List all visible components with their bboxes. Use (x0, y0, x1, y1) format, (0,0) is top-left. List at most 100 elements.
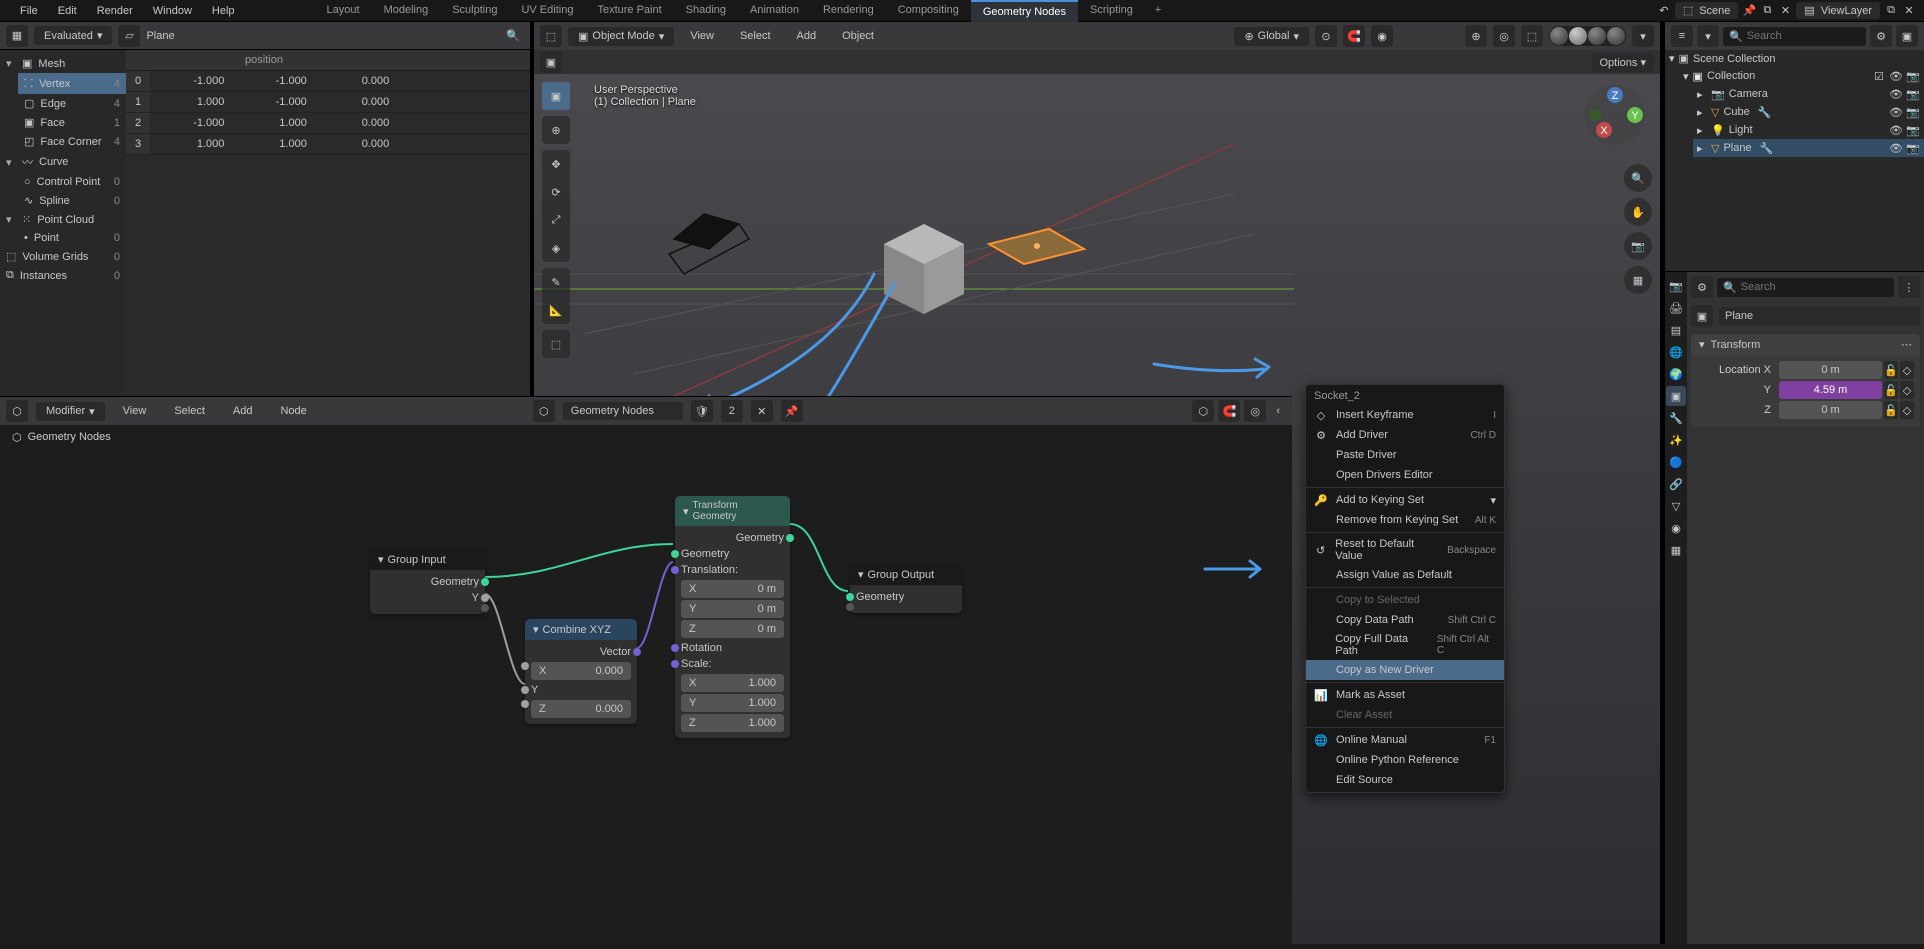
menu-file[interactable]: File (10, 1, 48, 21)
breadcrumb-text[interactable]: Geometry Nodes (28, 431, 111, 443)
proportional-icon[interactable]: ◉ (1371, 25, 1393, 47)
render-icon[interactable]: 📷 (1906, 69, 1920, 83)
outliner-item[interactable]: ▸▽Plane🔧👁📷 (1693, 139, 1924, 157)
panel-header[interactable]: ▾Transform⋯ (1691, 334, 1920, 355)
socket-scale-in[interactable]: Scale: (681, 656, 784, 672)
ctx-item[interactable]: Copy as New Driver (1306, 660, 1504, 680)
ctx-item[interactable]: 🔑Add to Keying Set▾ (1306, 490, 1504, 510)
keyframe-icon[interactable]: ◇ (1900, 381, 1914, 399)
tree-spline[interactable]: ∿Spline0 (18, 191, 126, 210)
ctx-item[interactable]: Copy Full Data PathShift Ctrl Alt C (1306, 630, 1504, 660)
gizmo-toggle-icon[interactable]: ⊕ (1465, 25, 1487, 47)
copy-icon[interactable]: ⧉ (1760, 4, 1774, 18)
location-y-field[interactable]: 4.59 m (1779, 381, 1882, 399)
shading-wireframe[interactable] (1550, 27, 1568, 45)
ws-compositing[interactable]: Compositing (886, 0, 971, 22)
socket-translation-in[interactable]: Translation: (681, 562, 784, 578)
close-layer-icon[interactable]: ✕ (1902, 4, 1916, 18)
chevron-left-icon[interactable]: ‹ (1270, 405, 1286, 417)
tab-modifier[interactable]: 🔧 (1666, 408, 1686, 428)
node-title[interactable]: ▾Group Input (370, 549, 485, 570)
vp-menu-object[interactable]: Object (832, 26, 884, 46)
object-icon[interactable]: ▣ (1691, 305, 1713, 327)
modifier-icon[interactable]: 🔧 (1760, 142, 1774, 155)
search-input[interactable] (1741, 281, 1888, 293)
socket-empty-in[interactable] (856, 605, 956, 609)
options-icon[interactable]: ⋮ (1898, 276, 1920, 298)
tree-edge[interactable]: ▢Edge4 (18, 94, 126, 113)
node-group-input[interactable]: ▾Group Input Geometry Y (370, 549, 485, 614)
field-sz[interactable]: Z1.000 (681, 714, 784, 732)
tree-volumegrids[interactable]: ⬚Volume Grids0 (0, 247, 126, 266)
column-position[interactable]: position (150, 50, 378, 70)
shading-rendered[interactable] (1607, 27, 1625, 45)
parent-icon[interactable]: ⬡ (1192, 400, 1214, 422)
outliner-item[interactable]: ▸💡Light👁📷 (1693, 121, 1924, 139)
xray-icon[interactable]: ⬚ (1521, 25, 1543, 47)
eye-icon[interactable]: 👁 (1889, 141, 1903, 155)
ctx-item[interactable]: ◇Insert KeyframeI (1306, 405, 1504, 425)
tab-viewlayer[interactable]: ▤ (1666, 320, 1686, 340)
ne-menu-add[interactable]: Add (223, 401, 263, 421)
tool-addcube[interactable]: ⬚ (542, 330, 570, 358)
keyframe-icon[interactable]: ◇ (1900, 361, 1914, 379)
tab-output[interactable]: 🖨 (1666, 298, 1686, 318)
search-input[interactable] (1747, 30, 1860, 42)
field-tz[interactable]: Z0 m (681, 620, 784, 638)
tool-scale[interactable]: ⤢ (542, 206, 570, 234)
table-row[interactable]: 0-1.000-1.0000.000 (126, 71, 530, 92)
pan-icon[interactable]: ✋ (1624, 198, 1652, 226)
tool-annotate[interactable]: ✎ (542, 268, 570, 296)
socket-geometry-in[interactable]: Geometry (681, 546, 784, 562)
lock-icon[interactable]: 🔓 (1884, 381, 1898, 399)
socket-y-in[interactable]: Y (531, 682, 631, 698)
tree-controlpoint[interactable]: ○Control Point0 (18, 173, 126, 191)
modifier-icon[interactable]: 🔧 (1758, 106, 1772, 119)
editor-type-icon[interactable]: ⬡ (6, 400, 28, 422)
ctx-item[interactable]: Copy Data PathShift Ctrl C (1306, 610, 1504, 630)
ws-layout[interactable]: Layout (315, 0, 372, 22)
tab-texture[interactable]: ▦ (1666, 540, 1686, 560)
socket-rotation-in[interactable]: Rotation (681, 640, 784, 656)
node-canvas[interactable]: ▾Group Input Geometry Y ▾Combine XYZ Vec… (0, 449, 1292, 944)
close-icon[interactable]: ✕ (1778, 4, 1792, 18)
menu-render[interactable]: Render (87, 1, 143, 21)
socket-geometry-in[interactable]: Geometry (856, 589, 956, 605)
scene-selector[interactable]: ⬚Scene (1675, 2, 1739, 19)
mode-dropdown[interactable]: ▣Object Mode▾ (568, 27, 674, 46)
eye-icon[interactable]: 👁 (1889, 87, 1903, 101)
ctx-item[interactable]: Assign Value as Default (1306, 565, 1504, 585)
pin-icon[interactable]: 📌 (1742, 4, 1756, 18)
new-collection-icon[interactable]: ▣ (1896, 25, 1918, 47)
tool-move[interactable]: ✥ (542, 150, 570, 178)
shading-matprev[interactable] (1588, 27, 1606, 45)
menu-edit[interactable]: Edit (48, 1, 87, 21)
ws-modeling[interactable]: Modeling (372, 0, 441, 22)
snap-icon[interactable]: 🧲 (1218, 400, 1240, 422)
node-transform-geometry[interactable]: ▾Transform Geometry Geometry Geometry Tr… (675, 496, 790, 738)
node-group-output[interactable]: ▾Group Output Geometry (850, 564, 962, 613)
tool-select-box[interactable]: ▣ (542, 82, 570, 110)
ws-shading[interactable]: Shading (674, 0, 738, 22)
nodetree-name[interactable]: Geometry Nodes (563, 402, 683, 420)
ne-menu-select[interactable]: Select (164, 401, 215, 421)
socket-geometry-out[interactable]: Geometry (376, 574, 479, 590)
persp-ortho-icon[interactable]: ▦ (1624, 266, 1652, 294)
ne-menu-view[interactable]: View (113, 401, 157, 421)
tab-material[interactable]: ◉ (1666, 518, 1686, 538)
vp-menu-select[interactable]: Select (730, 26, 781, 46)
camera-view-icon[interactable]: 📷 (1624, 232, 1652, 260)
keyframe-icon[interactable]: ◇ (1900, 401, 1914, 419)
users-icon[interactable]: 2 (721, 400, 743, 422)
editor-type-icon[interactable]: ▦ (6, 25, 28, 47)
nav-gizmo[interactable]: Y Z X (1580, 80, 1650, 150)
render-icon[interactable]: 📷 (1906, 105, 1920, 119)
ctx-item[interactable]: 🌐Online ManualF1 (1306, 730, 1504, 750)
tree-face[interactable]: ▣Face1 (18, 113, 126, 132)
field-x[interactable]: X0.000 (531, 662, 631, 680)
filter-icon[interactable]: ⚙ (1870, 25, 1892, 47)
tab-world[interactable]: 🌍 (1666, 364, 1686, 384)
editor-type-icon[interactable]: ⬚ (540, 25, 562, 47)
tree-pointcloud[interactable]: ▾⁙Point Cloud (0, 210, 126, 229)
menu-window[interactable]: Window (143, 1, 202, 21)
